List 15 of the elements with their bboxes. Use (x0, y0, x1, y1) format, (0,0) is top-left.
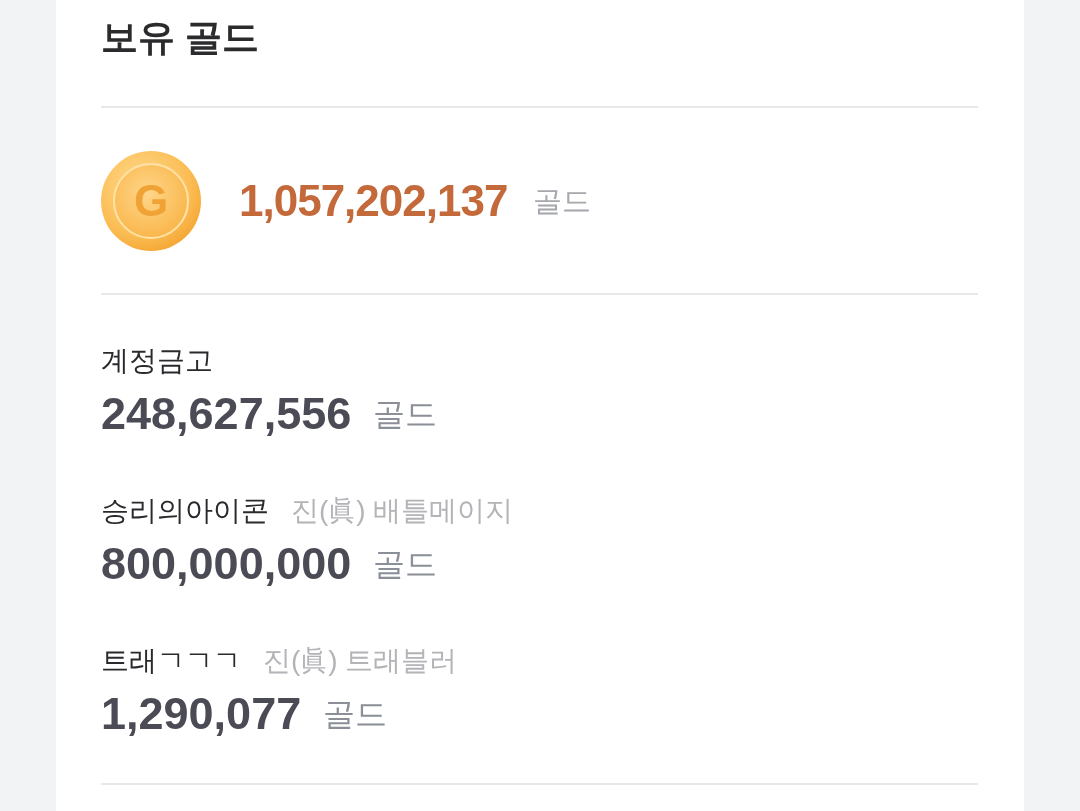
unit-label: 골드 (533, 184, 592, 219)
character-class: 진(眞) 배틀메이지 (291, 494, 514, 528)
coin-icon: G (101, 151, 201, 251)
currency-amount: 1,290,077 (101, 689, 302, 739)
character-class: 진(眞) 트래블러 (263, 644, 458, 678)
unit-label: 골드 (373, 545, 438, 584)
total-amount: 1,057,202,137 (239, 176, 508, 226)
character-name: 승리의아이콘 (101, 494, 269, 528)
character-name: 트래ㄱㄱㄱ (101, 644, 241, 678)
currency-amount: 800,000,000 (101, 539, 352, 589)
unit-label: 골드 (373, 395, 438, 434)
section-title: 보유 골드 (101, 16, 260, 60)
currency-amount: 248,627,556 (101, 389, 352, 439)
unit-label: 골드 (323, 695, 388, 734)
character-name: 계정금고 (101, 344, 213, 378)
